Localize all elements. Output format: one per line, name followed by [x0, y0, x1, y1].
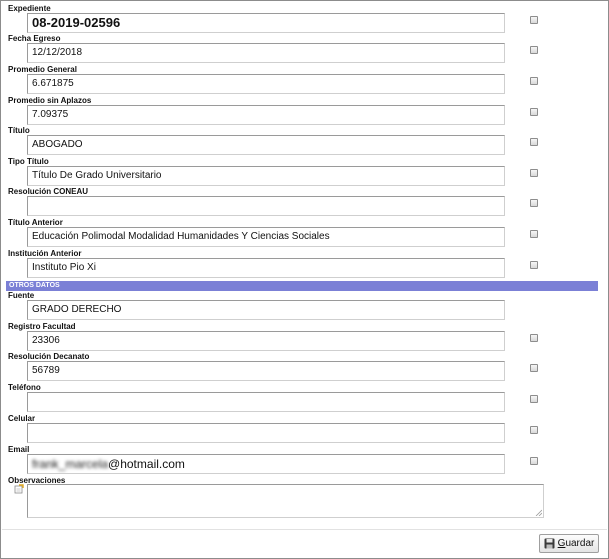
label-registro-facultad: Registro Facultad: [8, 322, 76, 331]
label-tipo-titulo: Tipo Título: [8, 157, 49, 166]
registro-facultad-input[interactable]: 23306: [27, 331, 505, 351]
label-resolucion-coneau: Resolución CONEAU: [8, 187, 89, 196]
label-promedio-general: Promedio General: [8, 65, 77, 74]
label-email: Email: [8, 445, 30, 454]
titulo-input[interactable]: ABOGADO: [27, 135, 505, 155]
observaciones-textarea[interactable]: [27, 484, 544, 518]
celular-input[interactable]: [27, 423, 505, 443]
email-checkbox[interactable]: [530, 457, 538, 465]
save-button[interactable]: Guardar: [539, 534, 599, 553]
form-window: Expediente 08-2019-02596 Fecha Egreso 12…: [0, 0, 609, 559]
label-celular: Celular: [8, 414, 36, 423]
registro-facultad-checkbox[interactable]: [530, 334, 538, 342]
footer-divider: [2, 529, 607, 530]
floppy-disk-icon: [544, 538, 555, 549]
label-titulo-anterior: Título Anterior: [8, 218, 63, 227]
label-fecha-egreso: Fecha Egreso: [8, 34, 61, 43]
resolucion-coneau-checkbox[interactable]: [530, 199, 538, 207]
promedio-general-input[interactable]: 6.671875: [27, 74, 505, 94]
titulo-anterior-input[interactable]: Educación Polimodal Modalidad Humanidade…: [27, 227, 505, 247]
expediente-input[interactable]: 08-2019-02596: [27, 13, 505, 33]
institucion-anterior-input[interactable]: Instituto Pio Xi: [27, 258, 505, 278]
resolucion-decanato-input[interactable]: 56789: [27, 361, 505, 381]
promedio-sin-aplazos-input[interactable]: 7.09375: [27, 105, 505, 125]
resolucion-coneau-input[interactable]: [27, 196, 505, 216]
label-institucion-anterior: Institución Anterior: [8, 249, 82, 258]
promedio-sin-aplazos-checkbox[interactable]: [530, 108, 538, 116]
titulo-anterior-checkbox[interactable]: [530, 230, 538, 238]
email-domain: @hotmail.com: [108, 457, 185, 471]
fecha-egreso-checkbox[interactable]: [530, 46, 538, 54]
label-fuente: Fuente: [8, 291, 35, 300]
tipo-titulo-input[interactable]: Título De Grado Universitario: [27, 166, 505, 186]
promedio-general-checkbox[interactable]: [530, 77, 538, 85]
label-telefono: Teléfono: [8, 383, 41, 392]
email-input[interactable]: frank_marcela@hotmail.com: [27, 454, 505, 474]
celular-checkbox[interactable]: [530, 426, 538, 434]
expediente-checkbox[interactable]: [530, 16, 538, 24]
note-icon[interactable]: [14, 484, 24, 494]
institucion-anterior-checkbox[interactable]: [530, 261, 538, 269]
save-button-label: Guardar: [557, 538, 595, 549]
tipo-titulo-checkbox[interactable]: [530, 169, 538, 177]
fuente-input[interactable]: GRADO DERECHO: [27, 300, 505, 320]
fecha-egreso-input[interactable]: 12/12/2018: [27, 43, 505, 63]
resize-grip-icon[interactable]: [535, 509, 542, 516]
label-titulo: Título: [8, 126, 30, 135]
label-resolucion-decanato: Resolución Decanato: [8, 352, 90, 361]
telefono-checkbox[interactable]: [530, 395, 538, 403]
email-redacted-part: frank_marcela: [32, 457, 109, 471]
label-expediente: Expediente: [8, 4, 51, 13]
resolucion-decanato-checkbox[interactable]: [530, 364, 538, 372]
label-promedio-sin-aplazos: Promedio sin Aplazos: [8, 96, 92, 105]
telefono-input[interactable]: [27, 392, 505, 412]
section-header-otros-datos: OTROS DATOS: [6, 281, 598, 291]
titulo-checkbox[interactable]: [530, 138, 538, 146]
